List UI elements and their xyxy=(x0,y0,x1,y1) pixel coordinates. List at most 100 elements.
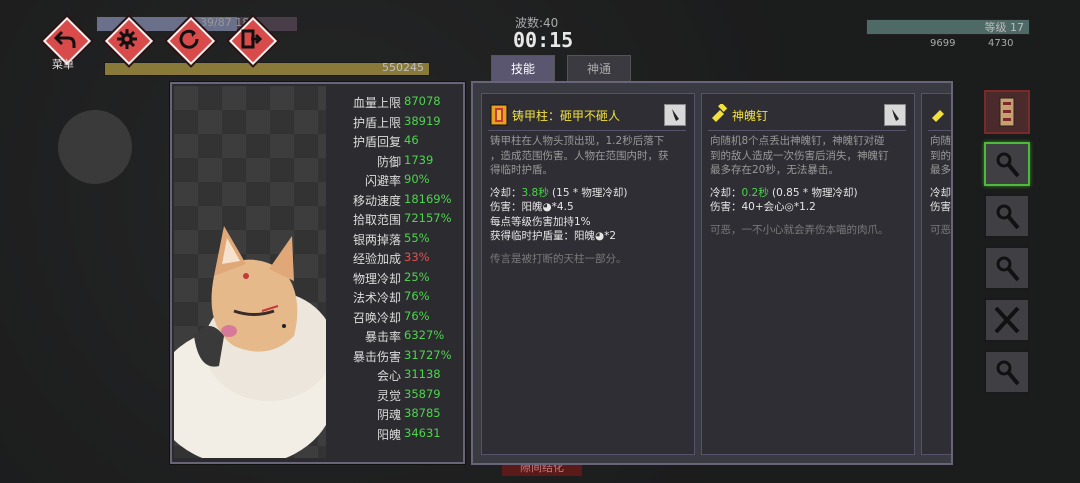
stat-row: 经验加成 33% xyxy=(322,250,461,269)
stat-label: 经验加成 xyxy=(352,252,401,266)
inventory-slot[interactable] xyxy=(984,246,1030,290)
inventory-slot[interactable] xyxy=(984,142,1030,186)
resource-b: 4730 xyxy=(988,38,1014,49)
skills-area: 铸甲柱：砸甲不砸人 铸甲柱在人物头顶出现，1.2秒后落下 ，造成范围伤害。人物在… xyxy=(471,81,953,465)
stat-value: 87078 xyxy=(404,94,441,108)
stat-row: 防御 1739 xyxy=(322,153,461,172)
stat-row: 血量上限 87078 xyxy=(322,94,461,113)
stat-label: 血量上限 xyxy=(352,96,401,110)
stat-value: 38785 xyxy=(404,406,441,420)
skill-tag-icon[interactable] xyxy=(884,104,906,126)
skill-card[interactable]: 铸甲柱：砸甲不砸人 铸甲柱在人物头顶出现，1.2秒后落下 ，造成范围伤害。人物在… xyxy=(481,93,695,455)
exit-icon xyxy=(232,20,270,58)
wand-icon xyxy=(986,248,1028,292)
stat-value: 33% xyxy=(404,250,430,264)
stat-value: 34631 xyxy=(404,425,441,440)
restart-icon xyxy=(170,20,208,58)
inventory-slot[interactable] xyxy=(984,90,1030,134)
hammer-icon xyxy=(710,102,728,126)
stat-label: 闪避率 xyxy=(364,174,401,188)
stat-row: 银两掉落 55% xyxy=(322,231,461,250)
inventory-slot[interactable] xyxy=(984,298,1030,342)
skill-description: 铸甲柱在人物头顶出现，1.2秒后落下 ，造成范围伤害。人物在范围内时，获 得临时… xyxy=(490,135,669,265)
stat-value: 35879 xyxy=(404,386,441,401)
skill-description: 向随 到的 最多 冷却 伤害 可恶 xyxy=(930,135,951,236)
stat-value: 18169% xyxy=(404,191,452,206)
stat-label: 阳魄 xyxy=(376,427,401,442)
tab-skills[interactable]: 技能 xyxy=(491,55,555,83)
yang-icon: ◕ xyxy=(595,230,605,242)
stat-label: 阴魂 xyxy=(376,408,401,422)
wand-icon xyxy=(986,196,1028,240)
stats-panel: 血量上限 87078 护盾上限 38919 护盾回复 46 防御 1739 闪避率 90% 移动速度… xyxy=(170,82,465,464)
timer: 00:15 xyxy=(513,28,574,52)
stat-row: 闪避率 90% xyxy=(322,172,461,191)
inventory-slot[interactable] xyxy=(984,194,1030,238)
stat-value: 76% xyxy=(404,289,430,303)
stat-value: 1739 xyxy=(404,152,434,167)
skill-card[interactable]: 神魄钉 向随机8个点丢出神魄钉，神魄钉对碰 到的敌人造成一次伤害后消失，神魄钉 … xyxy=(701,93,915,455)
stat-label: 灵觉 xyxy=(376,388,401,403)
heart-icon: ◎ xyxy=(784,201,794,213)
gear-icon xyxy=(108,20,146,58)
stat-label: 移动速度 xyxy=(352,193,401,208)
character-portrait xyxy=(174,86,326,458)
stat-row: 灵觉 35879 xyxy=(322,387,461,406)
skill-title: 铸甲柱：砸甲不砸人 xyxy=(512,109,621,123)
wand-icon xyxy=(986,352,1028,396)
skill-tag-icon[interactable] xyxy=(664,104,686,126)
restart-button[interactable] xyxy=(166,16,216,66)
back-icon xyxy=(46,20,84,58)
stat-value: 46 xyxy=(404,133,419,147)
stat-row: 护盾上限 38919 xyxy=(322,114,461,133)
wand-icon xyxy=(986,144,1028,188)
stat-label: 防御 xyxy=(376,154,401,169)
stat-label: 拾取范围 xyxy=(352,213,401,227)
stat-label: 银两掉落 xyxy=(352,232,401,247)
pillar-icon xyxy=(490,104,508,126)
exit-button[interactable] xyxy=(228,16,278,66)
stat-value: 6327% xyxy=(404,328,445,342)
stat-value: 38919 xyxy=(404,113,441,128)
stat-label: 物理冷却 xyxy=(352,271,401,286)
stat-row: 法术冷却 76% xyxy=(322,289,461,308)
back-button[interactable] xyxy=(42,16,92,66)
stat-row: 会心 31138 xyxy=(322,367,461,386)
stat-row: 暴击率 6327% xyxy=(322,328,461,347)
stat-row: 召唤冷却 76% xyxy=(322,309,461,328)
skill-card[interactable]: 向随 到的 最多 冷却 伤害 可恶 xyxy=(921,93,951,455)
yang-icon: ◕ xyxy=(542,201,552,213)
stat-value: 72157% xyxy=(404,211,452,225)
stat-value: 31138 xyxy=(404,367,441,381)
stat-label: 护盾上限 xyxy=(352,115,401,130)
stat-row: 阳魄 34631 xyxy=(322,426,461,445)
stat-label: 护盾回复 xyxy=(352,135,401,149)
stat-value: 76% xyxy=(404,308,430,323)
crossed-blades-icon xyxy=(986,300,1028,344)
stat-value: 90% xyxy=(404,172,430,186)
stat-value: 55% xyxy=(404,230,430,245)
hammer-icon xyxy=(930,104,948,126)
stat-label: 召唤冷却 xyxy=(352,310,401,325)
stat-row: 护盾回复 46 xyxy=(322,133,461,152)
scroll-icon xyxy=(986,92,1028,136)
stat-row: 拾取范围 72157% xyxy=(322,211,461,230)
resource-a: 9699 xyxy=(930,38,956,49)
skill-description: 向随机8个点丢出神魄钉，神魄钉对碰 到的敌人造成一次伤害后消失，神魄钉 最多存在… xyxy=(710,135,889,236)
stat-value: 25% xyxy=(404,269,430,284)
stat-row: 暴击伤害 31727% xyxy=(322,348,461,367)
stat-row: 物理冷却 25% xyxy=(322,270,461,289)
stat-row: 移动速度 18169% xyxy=(322,192,461,211)
tab-divine[interactable]: 神通 xyxy=(567,55,631,83)
stat-value: 31727% xyxy=(404,347,452,362)
stat-row: 阴魂 38785 xyxy=(322,406,461,425)
level-text: 等级 17 xyxy=(984,21,1025,34)
skill-title: 神魄钉 xyxy=(732,109,769,123)
settings-button[interactable] xyxy=(104,16,154,66)
inventory-slot[interactable] xyxy=(984,350,1030,394)
stat-label: 暴击伤害 xyxy=(352,349,401,364)
exp-text: 550245 xyxy=(382,61,424,74)
stat-label: 法术冷却 xyxy=(352,291,401,305)
stat-label: 会心 xyxy=(376,369,401,383)
menu-label: 菜单 xyxy=(52,58,74,71)
